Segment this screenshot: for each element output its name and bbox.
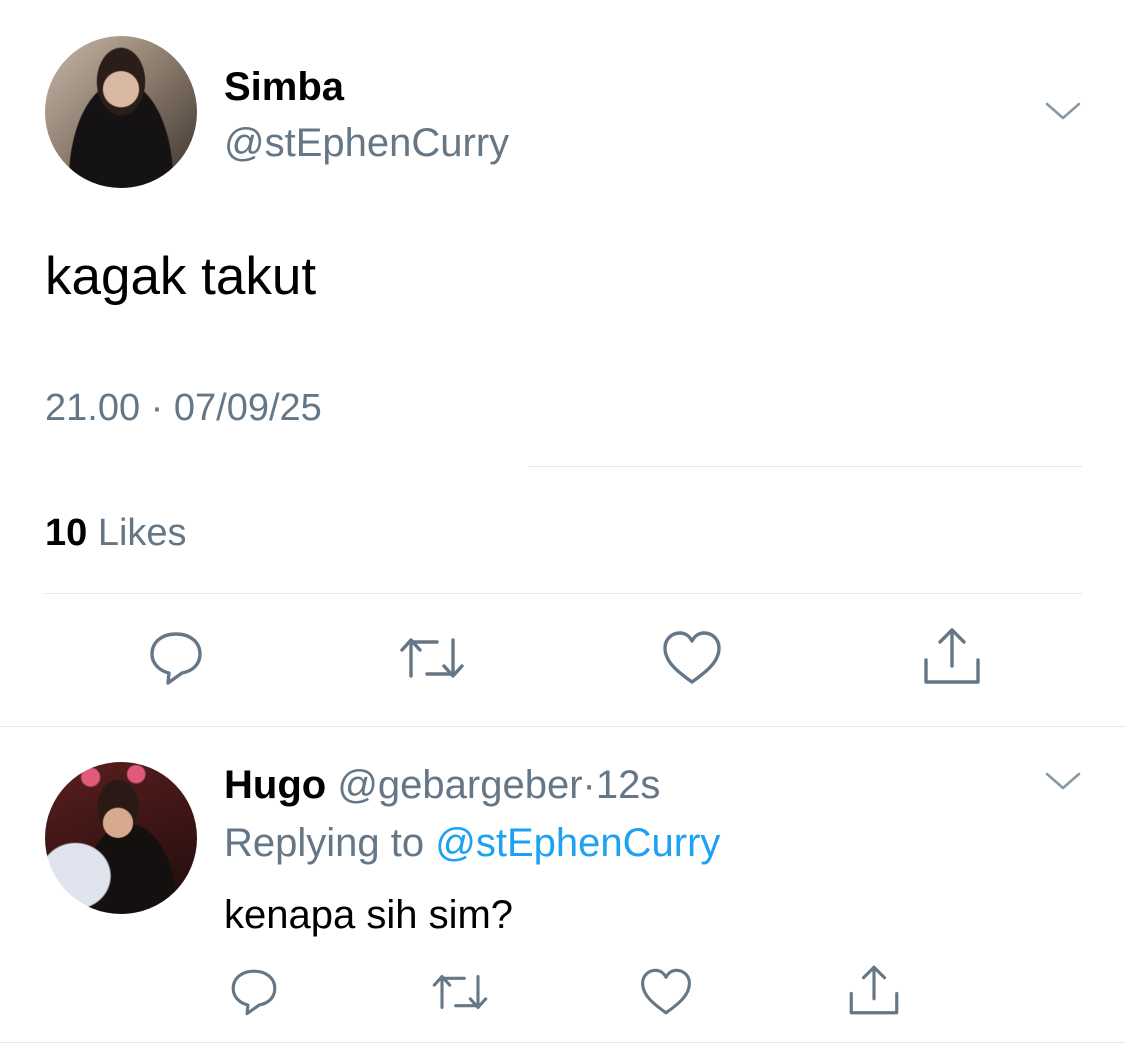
reply-retweet-button[interactable] bbox=[430, 966, 490, 1018]
chevron-down-icon bbox=[1045, 102, 1081, 120]
author-handle[interactable]: @stEphenCurry bbox=[224, 118, 509, 168]
chevron-down-icon bbox=[1045, 772, 1081, 790]
reply-separator: · bbox=[582, 763, 596, 807]
reply-menu-button[interactable] bbox=[1043, 762, 1083, 802]
author-avatar[interactable] bbox=[45, 36, 197, 188]
likes-label: Likes bbox=[97, 512, 187, 554]
heart-icon bbox=[663, 631, 721, 684]
retweet-icon bbox=[400, 638, 464, 678]
likes-summary[interactable]: 10 Likes bbox=[45, 508, 187, 558]
reply-time[interactable]: 12s bbox=[596, 763, 661, 807]
share-button[interactable] bbox=[920, 624, 984, 688]
reply-like-button[interactable] bbox=[638, 966, 694, 1018]
divider bbox=[0, 726, 1125, 727]
tweet-menu-button[interactable] bbox=[1043, 92, 1083, 132]
reply-author-avatar[interactable] bbox=[45, 762, 197, 914]
reply-reply-button[interactable] bbox=[228, 966, 280, 1018]
tweet-timestamp[interactable]: 21.00 · 07/09/25 bbox=[45, 383, 322, 433]
author-name[interactable]: Simba bbox=[224, 62, 344, 112]
divider bbox=[0, 1042, 1125, 1043]
reply-header: Hugo @gebargeber·12s bbox=[224, 760, 660, 810]
divider bbox=[528, 466, 1082, 467]
heart-icon bbox=[641, 968, 691, 1015]
share-icon bbox=[924, 628, 980, 684]
divider bbox=[45, 593, 1082, 594]
retweet-button[interactable] bbox=[397, 628, 467, 688]
share-icon bbox=[849, 965, 899, 1015]
replying-to: Replying to @stEphenCurry bbox=[224, 818, 720, 868]
reply-icon bbox=[150, 632, 202, 685]
reply-author-name[interactable]: Hugo bbox=[224, 763, 326, 807]
retweet-icon bbox=[432, 975, 488, 1009]
reply-author-handle[interactable]: @gebargeber bbox=[337, 763, 582, 807]
reply-text: kenapa sih sim? bbox=[224, 893, 514, 937]
replying-to-label: Replying to bbox=[224, 821, 425, 865]
tweet-text: kagak takut bbox=[45, 247, 317, 306]
like-button[interactable] bbox=[660, 628, 724, 688]
reply-button[interactable] bbox=[146, 628, 206, 688]
reply-icon bbox=[231, 969, 277, 1016]
likes-count: 10 bbox=[45, 512, 88, 554]
replying-to-handle-link[interactable]: @stEphenCurry bbox=[435, 821, 720, 865]
reply-share-button[interactable] bbox=[846, 962, 902, 1018]
